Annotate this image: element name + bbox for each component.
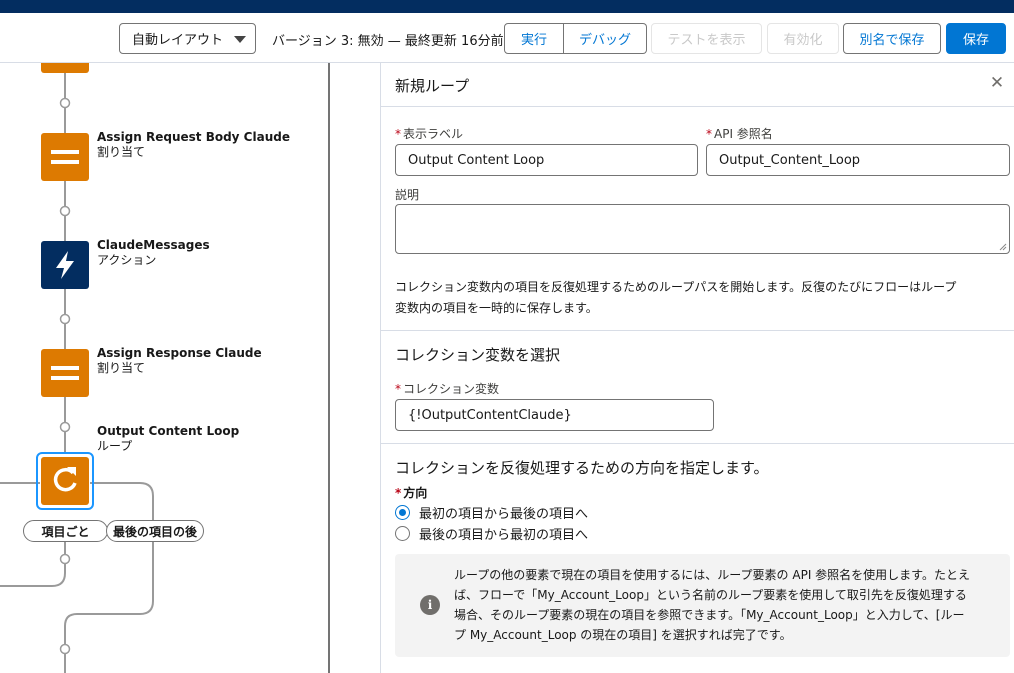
assignment-icon [51, 150, 79, 154]
claude-messages-node[interactable] [41, 241, 89, 289]
layout-mode-select[interactable]: 自動レイアウト [119, 23, 256, 54]
partial-assignment-node[interactable] [41, 63, 89, 73]
info-line: ば、フローで「My_Account_Loop」という名前のループ要素を使用して取… [454, 588, 967, 602]
output-loop-label: Output Content Loop ループ [97, 424, 239, 454]
loop-help-text: コレクション変数内の項目を反復処理するためのループパスを開始します。反復のたびに… [395, 277, 1003, 319]
node-type: ループ [97, 439, 133, 453]
panel-header: 新規ループ ✕ [381, 63, 1014, 107]
api-name-field-label: * API 参照名 [706, 127, 773, 141]
radio-label: 最後の項目から最初の項目へ [419, 528, 589, 543]
assign-request-node[interactable] [41, 133, 89, 181]
node-type: 割り当て [97, 145, 146, 159]
collection-variable-input[interactable]: {!OutputContentClaude} [395, 399, 714, 431]
assignment-icon [51, 366, 79, 370]
help-line: コレクション変数内の項目を反復処理するためのループパスを開始します。反復のたびに… [395, 280, 957, 294]
save-button[interactable]: 保存 [946, 23, 1006, 54]
close-icon[interactable]: ✕ [987, 73, 1007, 93]
info-icon: i [420, 595, 440, 615]
direction-section-title: コレクションを反復処理するための方向を指定します。 [395, 459, 769, 477]
after-last-item-pill[interactable]: 最後の項目の後 [106, 520, 204, 542]
info-line: プ My_Account_Loop の現在の項目] を選択すれば完了です。 [454, 628, 792, 642]
node-title: ClaudeMessages [97, 238, 210, 252]
node-title: Assign Request Body Claude [97, 130, 290, 144]
chevron-down-icon [234, 36, 246, 43]
section-divider [381, 443, 1014, 444]
label-field-label: * 表示ラベル [395, 127, 464, 141]
flow-canvas[interactable]: Assign Request Body Claude 割り当て ClaudeMe… [0, 63, 330, 673]
activate-button[interactable]: 有効化 [767, 23, 839, 54]
resize-grip-icon[interactable] [999, 243, 1007, 251]
description-textarea[interactable] [395, 204, 1010, 254]
assign-response-node[interactable] [41, 349, 89, 397]
claude-messages-label: ClaudeMessages アクション [97, 238, 210, 268]
run-button[interactable]: 実行 [504, 23, 564, 54]
assign-response-label: Assign Response Claude 割り当て [97, 346, 262, 376]
description-field-label: 説明 [395, 188, 420, 202]
layout-mode-value: 自動レイアウト [132, 33, 224, 48]
output-content-loop-node[interactable] [36, 452, 94, 510]
save-as-button[interactable]: 別名で保存 [843, 23, 941, 54]
collection-field-label: * コレクション変数 [395, 382, 500, 396]
section-divider [381, 330, 1014, 331]
version-status: バージョン 3: 無効 — 最終更新 16分前 [272, 34, 504, 49]
label-input[interactable]: Output Content Loop [395, 144, 698, 176]
info-line: ループの他の要素で現在の項目を使用するには、ループ要素の API 参照名を使用し… [454, 568, 970, 582]
node-type: アクション [97, 253, 157, 267]
for-each-item-pill[interactable]: 項目ごと [23, 520, 108, 542]
canvas-panel-gap [332, 63, 381, 673]
radio-first-to-last[interactable]: 最初の項目から最後の項目へ [395, 503, 588, 522]
info-box: i ループの他の要素で現在の項目を使用するには、ループ要素の API 参照名を使… [395, 554, 1010, 657]
direction-field-label: * 方向 [395, 486, 428, 500]
radio-last-to-first[interactable]: 最後の項目から最初の項目へ [395, 524, 588, 543]
radio-button-checked[interactable] [395, 505, 410, 520]
view-tests-button[interactable]: テストを表示 [651, 23, 762, 54]
node-title: Assign Response Claude [97, 346, 262, 360]
radio-button[interactable] [395, 526, 410, 541]
new-loop-panel: 新規ループ ✕ * 表示ラベル Output Content Loop * API … [381, 63, 1014, 673]
panel-title: 新規ループ [395, 77, 470, 95]
assign-request-label: Assign Request Body Claude 割り当て [97, 130, 290, 160]
info-text: ループの他の要素で現在の項目を使用するには、ループ要素の API 参照名を使用し… [454, 565, 1002, 645]
top-header-strip [0, 0, 1014, 13]
builder-toolbar: 自動レイアウト バージョン 3: 無効 — 最終更新 16分前 実行 デバッグ … [0, 13, 1014, 63]
node-type: 割り当て [97, 361, 146, 375]
node-title: Output Content Loop [97, 424, 240, 438]
api-name-input[interactable]: Output_Content_Loop [706, 144, 1010, 176]
help-line: 変数内の項目を一時的に保存します。 [395, 301, 598, 315]
debug-button[interactable]: デバッグ [564, 23, 647, 54]
radio-label: 最初の項目から最後の項目へ [419, 507, 589, 522]
info-line: 場合、そのループ要素の現在の項目を参照できます。「My_Account_Loop… [454, 608, 965, 622]
collection-section-title: コレクション変数を選択 [395, 346, 561, 364]
